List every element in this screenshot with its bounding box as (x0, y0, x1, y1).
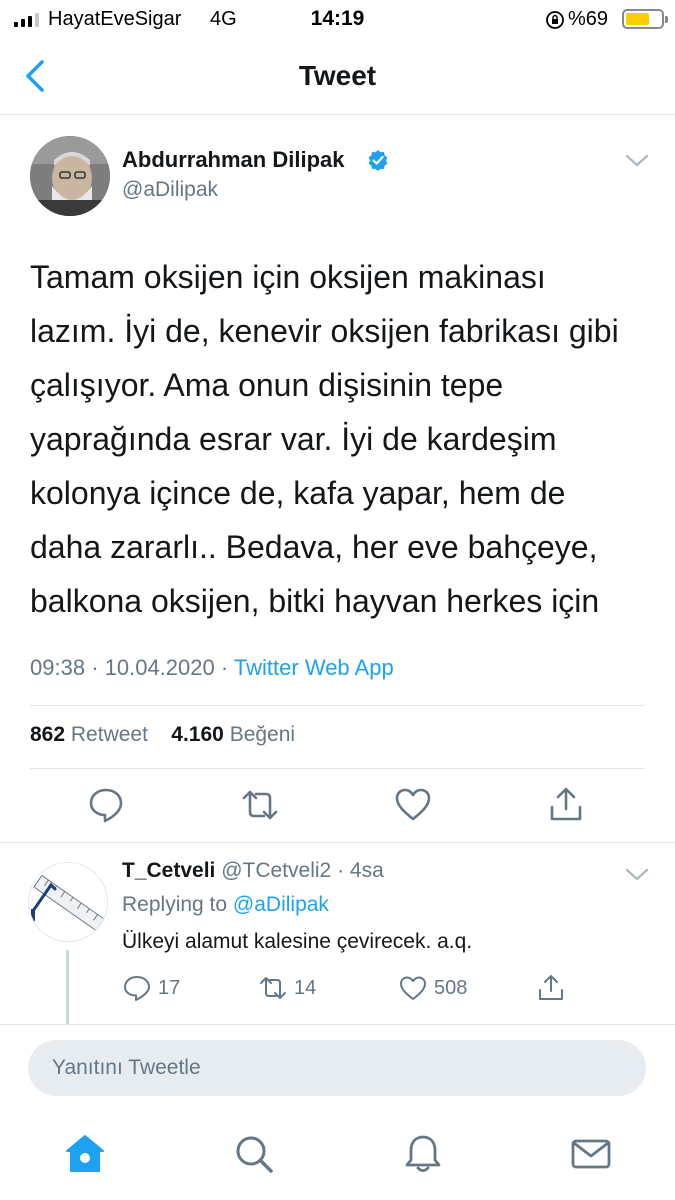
like-label[interactable]: Beğeni (230, 723, 295, 746)
reply-composer[interactable]: Yanıtını Tweetle (28, 1040, 646, 1096)
tweet-time: 09:38 (30, 655, 86, 680)
orientation-lock-icon (546, 11, 564, 29)
reply-like-action[interactable]: 508 (398, 972, 467, 1004)
reply-author-name[interactable]: T_Cetveli (122, 859, 215, 882)
reply-reply-count: 17 (158, 976, 181, 999)
battery-percentage: %69 (568, 8, 609, 30)
replying-to: Replying to @aDilipak (122, 893, 329, 917)
reply-share-action[interactable] (536, 972, 566, 1004)
chevron-down-icon[interactable] (624, 864, 650, 884)
retweet-icon[interactable] (240, 785, 280, 825)
retweet-label[interactable]: Retweet (71, 723, 148, 746)
home-icon[interactable] (64, 1133, 106, 1175)
battery-level (626, 13, 649, 25)
reply-author-handle[interactable]: @TCetveli2 (221, 859, 331, 882)
avatar-photo (30, 136, 110, 216)
reply-reply-action[interactable]: 17 (122, 972, 180, 1004)
tweet-line: yaprağında esrar var. İyi de kardeşim (30, 421, 557, 457)
author-name[interactable]: Abdurrahman Dilipak (122, 147, 344, 173)
divider (30, 768, 645, 769)
navigation-bar: Tweet (0, 40, 675, 115)
author-avatar[interactable] (30, 136, 110, 216)
like-count[interactable]: 4.160 (171, 723, 224, 746)
reply-age: · 4sa (337, 859, 384, 882)
replying-to-label: Replying to (122, 893, 228, 916)
tweet-line: daha zararlı.. Bedava, her eve bahçeye, (30, 529, 598, 565)
messages-icon[interactable] (570, 1133, 612, 1175)
verified-badge-icon (368, 150, 388, 171)
divider (30, 705, 645, 706)
notifications-icon[interactable] (402, 1133, 444, 1175)
like-icon[interactable] (393, 785, 433, 825)
page-title: Tweet (298, 60, 377, 91)
reply-text: Ülkeyi alamut kalesine çevirecek. a.q. (122, 930, 473, 953)
reply-retweet-action[interactable]: 14 (258, 972, 316, 1004)
like-icon (400, 976, 426, 1000)
tweet-text: Tamam oksijen için oksijen makinası lazı… (30, 250, 655, 628)
thread-line (66, 950, 69, 1025)
retweet-icon (260, 977, 286, 999)
tweet-line: çalışıyor. Ama onun dişisinin tepe (30, 367, 504, 403)
reply-author-avatar[interactable] (28, 862, 108, 942)
chevron-down-icon[interactable] (624, 150, 650, 170)
tweet-source-link[interactable]: Twitter Web App (234, 655, 394, 680)
share-icon (539, 975, 563, 1000)
reply-icon (124, 976, 150, 1001)
divider (0, 1024, 675, 1025)
replying-to-mention[interactable]: @aDilipak (233, 893, 329, 916)
tweet-line: balkona oksijen, bitki hayvan herkes içi… (30, 583, 600, 619)
status-bar: HayatEveSigar 4G 14:19 %69 (0, 0, 675, 40)
author-handle[interactable]: @aDilipak (122, 178, 218, 202)
tweet-line: lazım. İyi de, kenevir oksijen fabrikası… (30, 313, 619, 349)
ruler-avatar-image (29, 863, 107, 941)
meta-separator: · (220, 655, 229, 680)
reply-header: T_Cetveli @TCetveli2 · 4sa (122, 859, 384, 883)
meta-separator: · (91, 655, 99, 680)
search-icon[interactable] (233, 1133, 275, 1175)
battery-icon (622, 9, 668, 29)
retweet-count[interactable]: 862 (30, 723, 65, 746)
tweet-date: 10.04.2020 (104, 655, 215, 680)
reply-icon[interactable] (86, 785, 126, 825)
reply-composer-placeholder: Yanıtını Tweetle (52, 1056, 201, 1079)
tweet-stats: 862 Retweet 4.160 Beğeni (30, 723, 295, 747)
divider (0, 842, 675, 843)
tweet-line: kolonya içince de, kafa yapar, hem de (30, 475, 566, 511)
tweet-line: Tamam oksijen için oksijen makinası (30, 259, 546, 295)
tweet-metadata: 09:38 · 10.04.2020 · Twitter Web App (30, 655, 394, 681)
reply-like-count: 508 (434, 976, 468, 999)
reply-retweet-count: 14 (294, 976, 317, 999)
share-icon[interactable] (546, 785, 586, 825)
